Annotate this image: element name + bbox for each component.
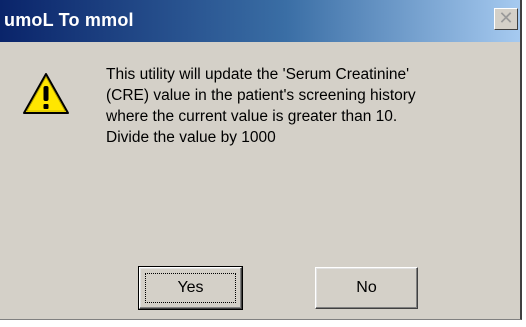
yes-button[interactable]: Yes	[138, 266, 243, 310]
message-line: This utility will update the 'Serum Crea…	[106, 66, 410, 83]
window-title: umoL To mmol	[4, 10, 134, 30]
message-text: This utility will update the 'Serum Crea…	[106, 64, 506, 148]
no-button-label: No	[356, 279, 377, 296]
message-line: (CRE) value in the patient's screening h…	[106, 87, 416, 104]
close-icon: ✕	[498, 8, 514, 28]
title-bar[interactable]: umoL To mmol ✕	[0, 0, 520, 42]
message-dialog: umoL To mmol ✕ This utility will update …	[0, 0, 522, 320]
close-button[interactable]: ✕	[494, 8, 518, 30]
warning-icon	[23, 73, 69, 114]
no-button[interactable]: No	[315, 267, 418, 309]
message-line: Divide the value by 1000	[106, 129, 276, 146]
focus-ring	[145, 273, 236, 303]
message-line: where the current value is greater than …	[106, 108, 398, 125]
